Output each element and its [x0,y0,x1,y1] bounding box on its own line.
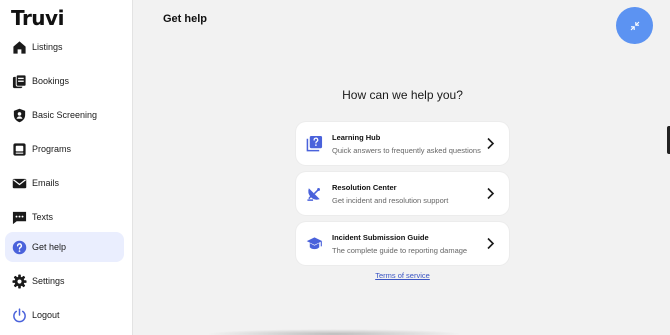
card-title: Learning Hub [332,133,381,142]
sidebar-item-logout[interactable]: Logout [5,300,124,330]
sidebar-item-texts[interactable]: Texts [5,202,124,232]
sidebar-item-basic-screening[interactable]: Basic Screening [5,100,124,130]
chevron-right-icon [486,187,495,200]
card-subtitle: The complete guide to reporting damage [332,246,468,255]
sidebar-item-label: Texts [32,212,54,222]
power-icon [12,307,27,323]
collapse-button[interactable] [616,7,653,44]
programs-icon [12,142,27,157]
truvi-logo[interactable]: Truvi [11,6,64,30]
sidebar-item-label: Listings [32,42,63,52]
help-heading: How can we help you? [342,88,463,102]
question-book-icon [306,135,323,152]
envelope-icon [12,176,27,191]
sidebar-item-emails[interactable]: Emails [5,168,124,198]
sidebar-item-get-help[interactable]: Get help [5,232,124,262]
chevron-right-icon [486,137,495,150]
gear-icon [12,273,27,289]
page-title: Get help [163,13,208,25]
sidebar-item-programs[interactable]: Programs [5,134,124,164]
shield-user-icon [12,108,27,123]
chat-bubble-icon [12,210,27,225]
collapse-arrows-icon [630,21,640,31]
sidebar-item-label: Settings [32,276,65,286]
sidebar-item-label: Programs [32,144,72,154]
sidebar-item-label: Bookings [32,76,70,86]
house-icon [12,40,27,55]
sidebar-item-label: Get help [32,242,67,252]
bottom-panel-shadow [205,329,463,335]
bookings-icon [12,73,27,89]
sidebar-item-label: Logout [32,310,60,320]
sidebar-item-bookings[interactable]: Bookings [5,66,124,96]
sidebar-item-settings[interactable]: Settings [5,266,124,296]
sidebar: Truvi Listings Bookings Basic Screening … [0,0,133,335]
learning-hub-card[interactable]: Learning Hub Quick answers to frequently… [296,122,509,165]
graduation-cap-icon [306,235,323,252]
resolution-center-card[interactable]: Resolution Center Get incident and resol… [296,172,509,215]
card-subtitle: Quick answers to frequently asked questi… [332,146,481,155]
terms-of-service-link[interactable]: Terms of service [296,271,509,280]
incident-submission-guide-card[interactable]: Incident Submission Guide The complete g… [296,222,509,265]
card-title: Resolution Center [332,183,397,192]
sidebar-item-listings[interactable]: Listings [5,32,124,62]
sidebar-item-label: Basic Screening [32,110,98,120]
question-circle-icon [12,240,27,255]
card-subtitle: Get incident and resolution support [332,196,449,205]
card-title: Incident Submission Guide [332,233,429,242]
sidebar-item-label: Emails [32,178,60,188]
chevron-right-icon [486,237,495,250]
satellite-dish-icon [306,185,323,202]
